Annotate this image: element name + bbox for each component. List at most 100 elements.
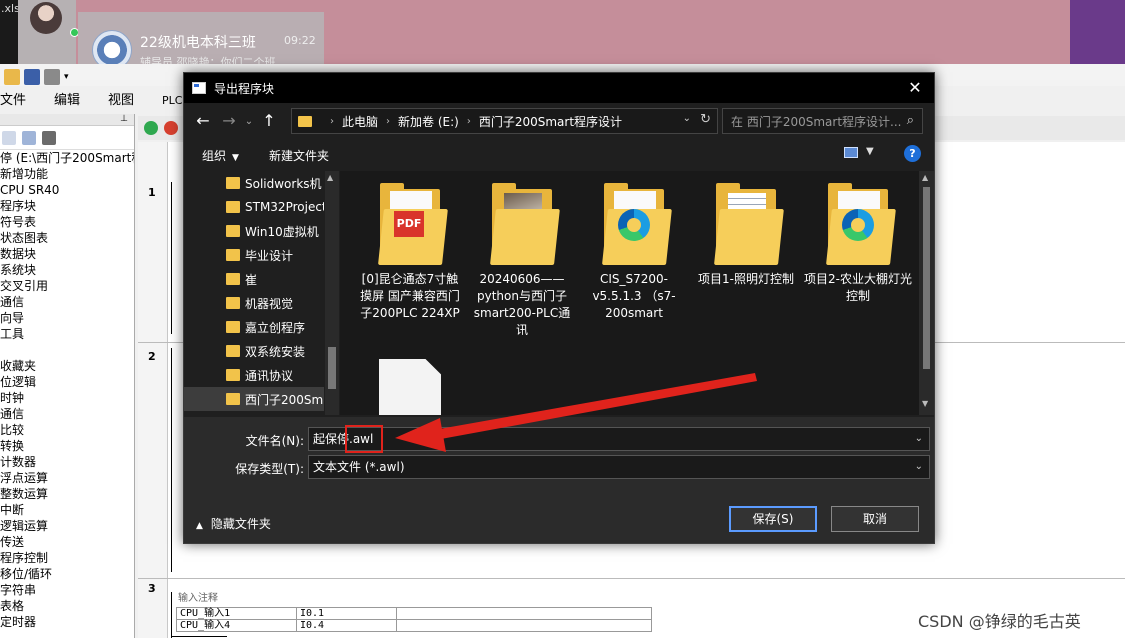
tree-item[interactable]: 浮点运算: [0, 470, 134, 486]
file-item[interactable]: PDF [0]昆仑通态7寸触摸屏 国产兼容西门子200PLC 224XP: [356, 171, 464, 322]
menu-plc[interactable]: PLC: [162, 90, 182, 112]
filename-field[interactable]: 起保停.awl ⌄: [308, 427, 930, 451]
chevron-down-icon[interactable]: ⌄: [915, 428, 923, 450]
tree-item[interactable]: STM32Project: [184, 195, 324, 219]
scrollbar-thumb[interactable]: [328, 347, 336, 389]
stop-icon[interactable]: [164, 121, 178, 135]
chevron-down-icon[interactable]: ▼: [866, 146, 874, 157]
network-comment[interactable]: 输入注释: [178, 589, 218, 604]
tree-item[interactable]: 逻辑运算: [0, 518, 134, 534]
back-arrow-icon[interactable]: ←: [190, 108, 216, 134]
view-icon[interactable]: [2, 130, 16, 145]
tree-item[interactable]: 双系统安装: [184, 339, 324, 363]
chevron-right-icon[interactable]: ›: [467, 116, 471, 127]
tree-item[interactable]: 移位/循环: [0, 566, 134, 582]
tree-item[interactable]: 通信: [0, 406, 134, 422]
tree-item[interactable]: 系统块: [0, 262, 134, 278]
search-icon[interactable]: ⌕: [907, 113, 914, 128]
new-folder-button[interactable]: 新建文件夹: [269, 147, 329, 164]
file-item[interactable]: [356, 351, 464, 415]
breadcrumb-current-folder[interactable]: 西门子200Smart程序设计: [479, 113, 622, 130]
edge-browser-icon: [618, 209, 650, 241]
save-button[interactable]: 保存(S): [729, 506, 817, 532]
recent-locations-icon[interactable]: ⌄: [242, 116, 256, 127]
breadcrumb-drive-e[interactable]: 新加卷 (E:): [398, 113, 459, 130]
tree-item[interactable]: 交叉引用: [0, 278, 134, 294]
user-avatar[interactable]: [30, 2, 62, 34]
tree-item[interactable]: 机器视觉: [184, 291, 324, 315]
tree-item[interactable]: CPU SR40: [0, 182, 134, 198]
file-item[interactable]: 项目2-农业大棚灯光控制: [804, 171, 912, 305]
scrollbar-thumb[interactable]: [923, 187, 930, 369]
chevron-right-icon[interactable]: ›: [386, 116, 390, 127]
tree-item[interactable]: 通信: [0, 294, 134, 310]
tree-item[interactable]: 数据块: [0, 246, 134, 262]
customize-toolbar-icon[interactable]: ▾: [64, 72, 69, 82]
tree-item[interactable]: 字符串: [0, 582, 134, 598]
hide-folders-toggle[interactable]: ▲ 隐藏文件夹: [196, 515, 271, 532]
tree-item[interactable]: 时钟: [0, 390, 134, 406]
menu-file[interactable]: 文件: [0, 90, 26, 112]
view-options-icon[interactable]: [844, 147, 858, 158]
save-icon[interactable]: [24, 69, 40, 85]
open-folder-icon[interactable]: [4, 69, 20, 85]
chevron-right-icon[interactable]: ›: [330, 116, 334, 127]
tree-item[interactable]: 嘉立创程序: [184, 315, 324, 339]
help-icon[interactable]: ?: [904, 145, 921, 162]
run-icon[interactable]: [144, 121, 158, 135]
file-item[interactable]: 20240606——python与西门子smart200-PLC通讯: [468, 171, 576, 339]
file-item[interactable]: CIS_S7200-v5.5.1.3 （s7-200smart: [580, 171, 688, 322]
tree-item[interactable]: Win10虚拟机: [184, 219, 324, 243]
refresh-icon[interactable]: ↻: [700, 112, 711, 127]
tree-item[interactable]: 工具: [0, 326, 134, 342]
tree-item[interactable]: 转换: [0, 438, 134, 454]
tree-item[interactable]: 毕业设计: [184, 243, 324, 267]
tree-item[interactable]: 通讯协议: [184, 363, 324, 387]
chat-list-item[interactable]: 22级机电本科三班 09:22 辅导员 邵晓艳：你们二个班: [78, 12, 324, 70]
file-list-scrollbar[interactable]: ▲ ▼: [919, 171, 934, 415]
menu-view[interactable]: 视图: [108, 90, 134, 112]
scroll-down-icon[interactable]: ▼: [922, 399, 928, 408]
breadcrumb-this-pc[interactable]: 此电脑: [342, 113, 378, 130]
tree-item[interactable]: 停 (E:\西门子200Smart程序: [0, 150, 134, 166]
symbol-comment: [396, 619, 652, 632]
scroll-up-icon[interactable]: ▲: [327, 173, 333, 182]
tree-item[interactable]: 程序控制: [0, 550, 134, 566]
tree-item[interactable]: 程序块: [0, 198, 134, 214]
tree-item[interactable]: 整数运算: [0, 486, 134, 502]
monitor-icon[interactable]: [42, 130, 56, 145]
print-icon[interactable]: [44, 69, 60, 85]
tree-item[interactable]: 中断: [0, 502, 134, 518]
tree-item[interactable]: 状态图表: [0, 230, 134, 246]
forward-arrow-icon[interactable]: →: [216, 108, 242, 134]
chevron-down-icon[interactable]: ⌄: [683, 113, 691, 124]
tree-item[interactable]: 传送: [0, 534, 134, 550]
search-input[interactable]: 在 西门子200Smart程序设计... ⌕: [722, 108, 923, 134]
list-icon[interactable]: [22, 130, 36, 145]
close-icon[interactable]: ✕: [904, 77, 926, 99]
tree-item[interactable]: 计数器: [0, 454, 134, 470]
chevron-down-icon[interactable]: ⌄: [915, 456, 923, 478]
tree-item[interactable]: 向导: [0, 310, 134, 326]
tree-item[interactable]: [0, 342, 134, 358]
file-item[interactable]: 项目1-照明灯控制: [692, 171, 800, 288]
tree-item[interactable]: 比较: [0, 422, 134, 438]
tree-scrollbar[interactable]: ▲: [325, 171, 339, 415]
up-arrow-icon[interactable]: ↑: [256, 108, 282, 134]
tree-item[interactable]: 定时器: [0, 614, 134, 630]
tree-item[interactable]: 收藏夹: [0, 358, 134, 374]
cancel-button[interactable]: 取消: [831, 506, 919, 532]
organize-button[interactable]: 组织 ▼: [202, 147, 239, 164]
tree-item[interactable]: 崔: [184, 267, 324, 291]
tree-item[interactable]: Solidworks机: [184, 171, 324, 195]
tree-item-selected[interactable]: 西门子200Smart: [184, 387, 324, 411]
tree-item[interactable]: 表格: [0, 598, 134, 614]
address-bar[interactable]: › 此电脑 › 新加卷 (E:) › 西门子200Smart程序设计 ⌄ ↻: [291, 108, 718, 134]
tree-item[interactable]: 符号表: [0, 214, 134, 230]
panel-pin-icon[interactable]: ⊥: [0, 114, 134, 126]
tree-item[interactable]: 位逻辑: [0, 374, 134, 390]
menu-edit[interactable]: 编辑: [54, 90, 80, 112]
filetype-select[interactable]: 文本文件 (*.awl) ⌄: [308, 455, 930, 479]
tree-item[interactable]: 新增功能: [0, 166, 134, 182]
scroll-up-icon[interactable]: ▲: [922, 173, 928, 182]
